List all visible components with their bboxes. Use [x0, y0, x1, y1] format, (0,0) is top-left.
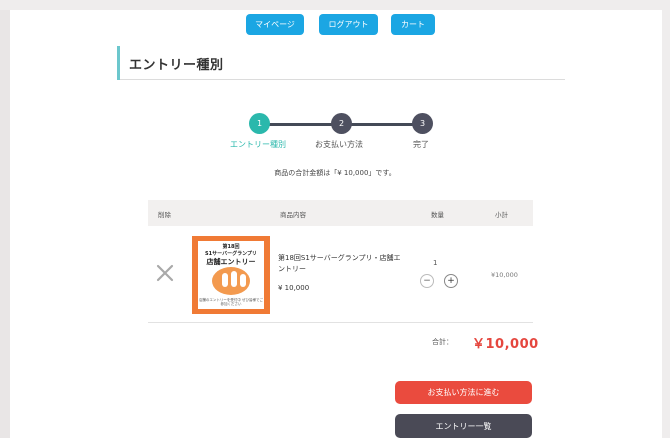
- thumbnail-figure: [240, 274, 246, 287]
- logout-button[interactable]: ログアウト: [319, 14, 378, 35]
- cart-table-header: 削除 商品内容 数量 小計: [148, 200, 533, 226]
- step-2-circle: 2: [331, 113, 352, 134]
- page-header: エントリー種別: [117, 46, 565, 80]
- step-2-label: お支払い方法: [315, 140, 363, 149]
- header-subtotal: 小計: [495, 211, 508, 219]
- product-name: 第18回S1サーバーグランプリ・店舗エントリー: [278, 254, 401, 273]
- step-3-label: 完了: [413, 140, 429, 149]
- thumbnail-caption: 店舗のエントリーを受付中 ぜひ皆様でご参加ください: [198, 298, 264, 306]
- total-label: 合計：: [432, 338, 453, 346]
- thumbnail-figure: [231, 271, 237, 287]
- quantity-value: 1: [433, 259, 438, 267]
- step-1-label: エントリー種別: [230, 140, 286, 149]
- thumbnail-line-2: S1サーバーグランプリ: [205, 251, 257, 257]
- step-connector-1: [259, 123, 341, 126]
- title-accent-bar: [117, 46, 120, 80]
- total-value: ￥10,000: [472, 337, 539, 352]
- delete-x-icon[interactable]: [156, 264, 174, 282]
- entry-list-button[interactable]: エントリー一覧: [395, 414, 532, 438]
- page: マイページ ログアウト カート エントリー種別 1 2 3 エントリー種別 お支…: [0, 0, 670, 438]
- step-1-circle: 1: [249, 113, 270, 134]
- thumbnail-figure: [222, 273, 228, 287]
- product-thumbnail: 第18回 S1サーバーグランプリ 店舗エントリー 店舗のエントリーを受付中 ぜひ…: [192, 236, 270, 314]
- step-connector-2: [341, 123, 423, 126]
- quantity-decrease-button[interactable]: −: [420, 274, 434, 288]
- header-quantity: 数量: [431, 211, 444, 219]
- table-row: 第18回 S1サーバーグランプリ 店舗エントリー 店舗のエントリーを受付中 ぜひ…: [148, 226, 533, 323]
- thumbnail-line-1: 第18回: [222, 244, 240, 250]
- cart-button[interactable]: カート: [391, 14, 435, 35]
- page-title: エントリー種別: [129, 58, 224, 73]
- header-product: 商品内容: [280, 211, 306, 219]
- total-message: 商品の合計金額は「¥ 10,000」です。: [274, 169, 396, 177]
- thumbnail-line-3: 店舗エントリー: [206, 258, 256, 266]
- thumbnail-card: 第18回 S1サーバーグランプリ 店舗エントリー 店舗のエントリーを受付中 ぜひ…: [198, 241, 264, 309]
- left-edge: [0, 10, 10, 438]
- header-delete: 削除: [158, 211, 171, 219]
- step-3-circle: 3: [412, 113, 433, 134]
- top-strip: [0, 0, 670, 10]
- mypage-button[interactable]: マイページ: [246, 14, 304, 35]
- product-price: ¥ 10,000: [278, 284, 310, 292]
- row-subtotal: ¥10,000: [491, 271, 518, 279]
- quantity-increase-button[interactable]: +: [444, 274, 458, 288]
- proceed-to-payment-button[interactable]: お支払い方法に進む: [395, 381, 532, 404]
